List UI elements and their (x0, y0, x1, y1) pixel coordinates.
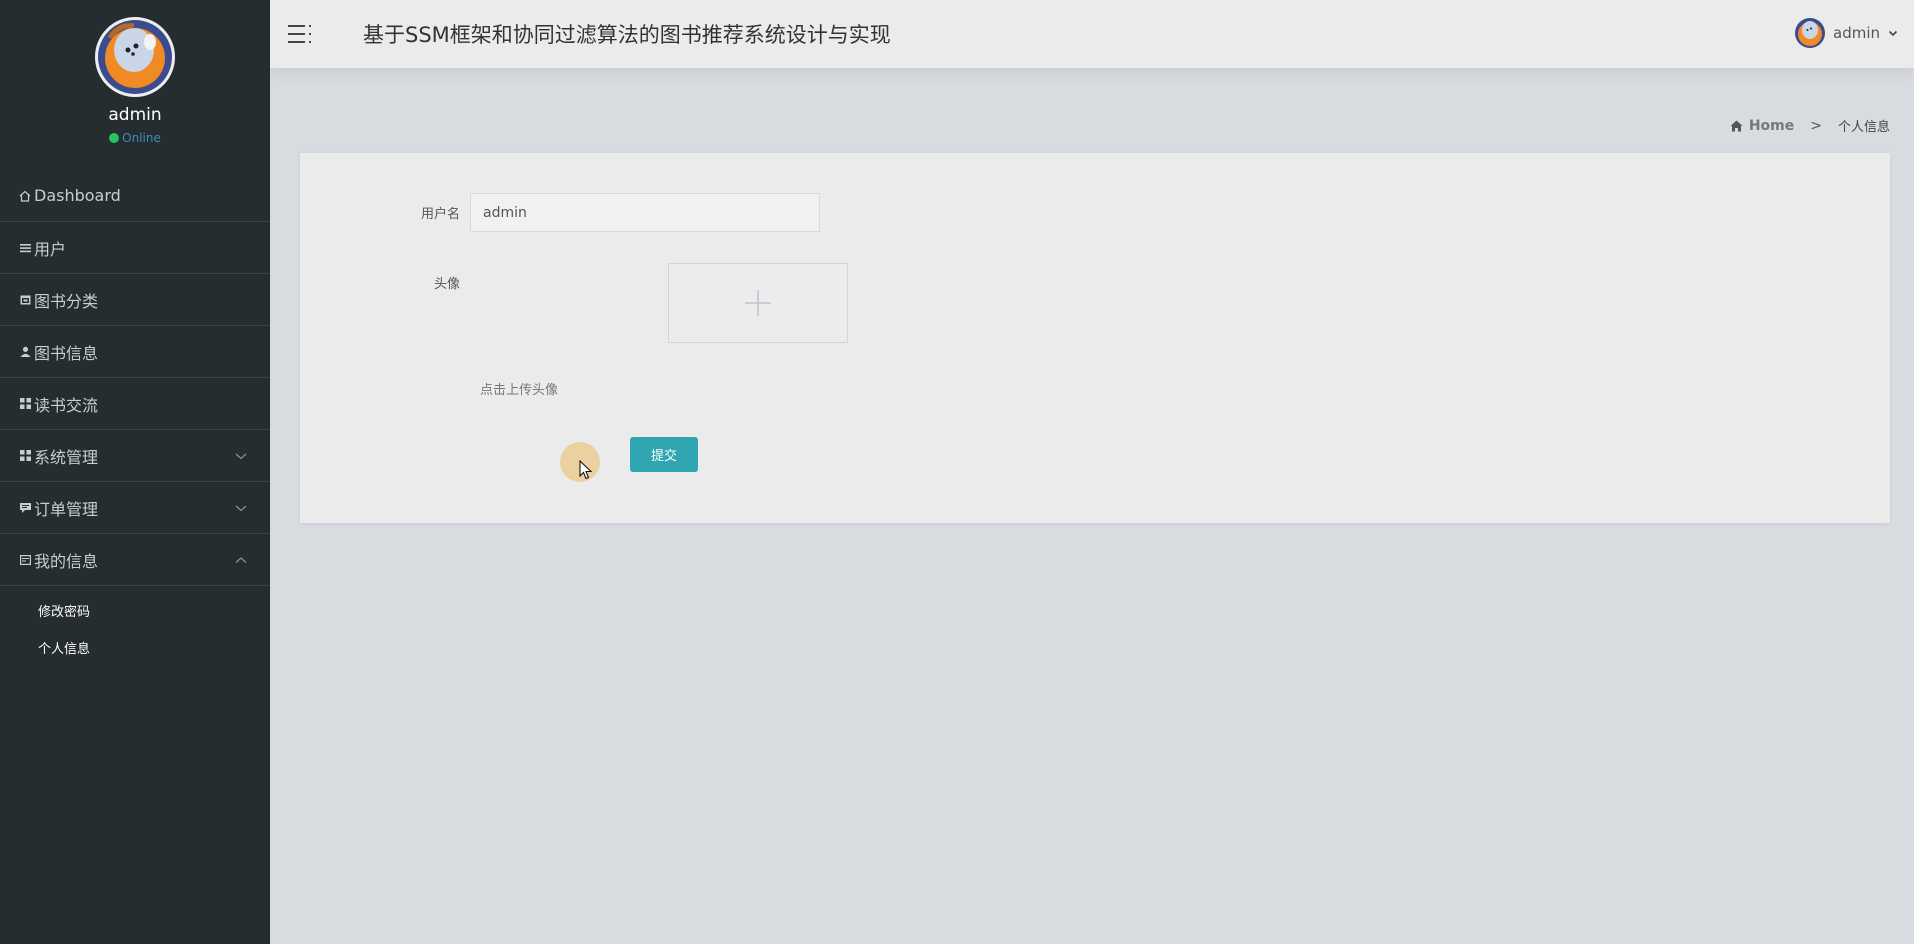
plus-icon (745, 290, 771, 316)
app-title: 基于SSM框架和协同过滤算法的图书推荐系统设计与实现 (363, 23, 891, 47)
username-row: 用户名 (380, 193, 820, 232)
submit-button[interactable]: 提交 (630, 437, 698, 472)
chevron-down-icon (235, 505, 247, 511)
mouse-cursor-icon (579, 460, 593, 480)
avatar-upload-box[interactable] (668, 263, 848, 343)
username-input[interactable] (470, 193, 820, 232)
sidebar: admin Online Dashboard 用户 图书分类 图书信息 读书交流… (0, 0, 270, 944)
top-header: 基于SSM框架和协同过滤算法的图书推荐系统设计与实现 admin (270, 0, 1914, 68)
username-label: 用户名 (420, 207, 460, 222)
breadcrumb-current: 个人信息 (1837, 120, 1890, 135)
user-menu-name: admin (1833, 24, 1880, 42)
user-menu-dropdown[interactable]: admin (1795, 18, 1898, 48)
profile-avatar[interactable] (95, 17, 175, 97)
sidebar-item-system-management[interactable]: 系统管理 (0, 430, 270, 482)
sidebar-item-label: 读书交流 (34, 395, 99, 415)
home-icon[interactable] (1730, 120, 1743, 132)
chevron-up-icon (235, 556, 247, 563)
breadcrumb-separator: > (1810, 117, 1822, 134)
profile-name: admin (108, 105, 162, 125)
sidebar-item-reading-exchange[interactable]: 读书交流 (0, 378, 270, 430)
profile-status-label: Online (122, 131, 161, 145)
sidebar-item-label: 图书信息 (34, 343, 99, 363)
list-icon (18, 243, 32, 253)
sidebar-item-label: Dashboard (34, 186, 121, 205)
avatar-row: 头像 (380, 273, 470, 292)
comment-icon (18, 502, 32, 513)
sidebar-item-label: 图书分类 (34, 291, 99, 311)
online-status-dot-icon (109, 133, 120, 143)
sidebar-profile: admin Online (0, 0, 270, 170)
breadcrumb-home[interactable]: Home (1749, 118, 1794, 134)
home-icon (18, 190, 32, 202)
sidebar-item-label: 我的信息 (34, 551, 99, 571)
sidebar-item-label: 系统管理 (34, 447, 99, 467)
menu-toggle-icon[interactable] (288, 23, 314, 45)
calendar-icon (18, 294, 32, 305)
chevron-down-icon (235, 453, 247, 459)
sidebar-item-label: 订单管理 (34, 499, 99, 519)
card-icon (18, 554, 32, 565)
profile-status: Online (0, 131, 270, 145)
user-avatar (1795, 18, 1825, 48)
sidebar-item-dashboard[interactable]: Dashboard (0, 170, 270, 222)
sidebar-item-users[interactable]: 用户 (0, 222, 270, 274)
sidebar-item-order-management[interactable]: 订单管理 (0, 482, 270, 534)
sidebar-item-book-info[interactable]: 图书信息 (0, 326, 270, 378)
avatar-image (98, 20, 172, 94)
submenu-item-change-password[interactable]: 修改密码 (0, 592, 270, 629)
sidebar-menu: Dashboard 用户 图书分类 图书信息 读书交流 系统管理 订单管理 我的… (0, 170, 270, 586)
profile-form-card: 用户名 头像 点击上传头像 提交 (300, 153, 1890, 523)
sidebar-item-my-info[interactable]: 我的信息 (0, 534, 270, 586)
sidebar-item-label: 用户 (34, 239, 67, 259)
caret-down-icon (1888, 30, 1898, 37)
submenu-item-personal-info[interactable]: 个人信息 (0, 629, 270, 666)
sidebar-item-book-categories[interactable]: 图书分类 (0, 274, 270, 326)
user-icon (18, 346, 32, 357)
grid-icon (18, 450, 32, 461)
upload-hint: 点击上传头像 (480, 383, 559, 398)
grid-icon (18, 398, 32, 409)
avatar-label: 头像 (433, 277, 460, 292)
breadcrumb: Home > 个人信息 (1730, 116, 1890, 135)
sidebar-submenu-my-info: 修改密码 个人信息 (0, 586, 270, 666)
